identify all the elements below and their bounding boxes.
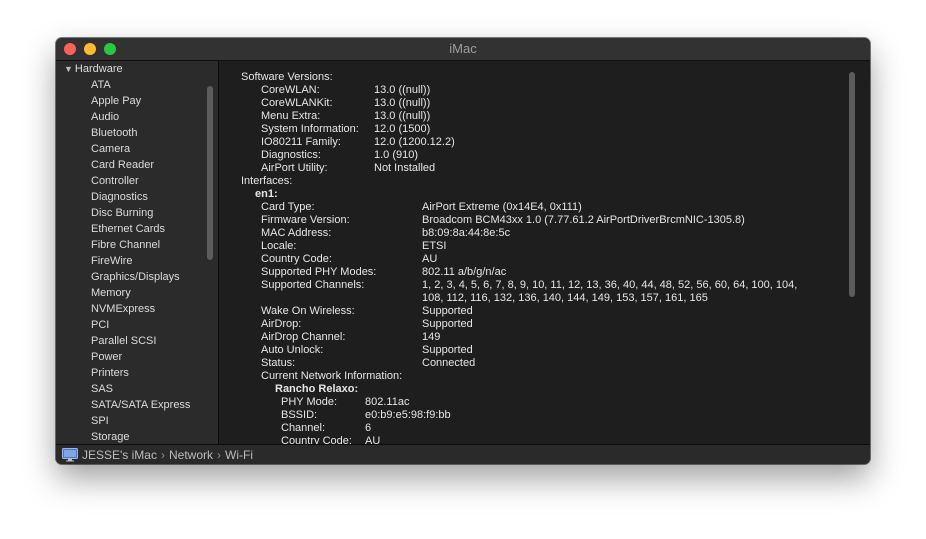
detail-value: 13.0 ((null)) xyxy=(374,97,431,109)
sidebar-item-pci[interactable]: PCI xyxy=(91,317,190,333)
detail-value: 12.0 (1200.12.2) xyxy=(374,136,455,148)
detail-key: AirPort Utility: xyxy=(261,162,328,174)
detail-value: 1.0 (910) xyxy=(374,149,419,161)
sidebar-item-printers[interactable]: Printers xyxy=(91,365,190,381)
breadcrumb-separator: › xyxy=(217,448,221,462)
detail-value: 802.11ac xyxy=(365,396,410,408)
detail-value: Connected xyxy=(422,357,476,369)
detail-value: AU xyxy=(365,435,381,444)
sidebar-item-controller[interactable]: Controller xyxy=(91,173,190,189)
sidebar-item-spi[interactable]: SPI xyxy=(91,413,190,429)
detail-key: Supported Channels: xyxy=(261,279,365,291)
detail-key: Channel: xyxy=(281,422,326,434)
detail-key: Wake On Wireless: xyxy=(261,305,355,317)
imac-icon xyxy=(62,448,78,462)
detail-value: 6 xyxy=(365,422,372,434)
detail-key: Country Code: xyxy=(281,435,352,444)
detail-key: Diagnostics: xyxy=(261,149,321,161)
detail-value: Supported xyxy=(422,344,473,356)
detail-value: 108, 112, 116, 132, 136, 140, 144, 149, … xyxy=(422,292,708,304)
detail-value: Broadcom BCM43xx 1.0 (7.77.61.2 AirPortD… xyxy=(422,214,745,226)
sidebar: ▼ Hardware ATA Apple Pay Audio Bluetooth … xyxy=(56,61,218,444)
sidebar-item-camera[interactable]: Camera xyxy=(91,141,190,157)
sidebar-item-bluetooth[interactable]: Bluetooth xyxy=(91,125,190,141)
detail-key: BSSID: xyxy=(281,409,318,421)
detail-value: 12.0 (1500) xyxy=(374,123,431,135)
sidebar-item-memory[interactable]: Memory xyxy=(91,285,190,301)
sidebar-item-nvmexpress[interactable]: NVMExpress xyxy=(91,301,190,317)
detail-key: IO80211 Family: xyxy=(261,136,341,148)
sidebar-item-sas[interactable]: SAS xyxy=(91,381,190,397)
detail-key: PHY Mode: xyxy=(281,396,338,408)
window-title: iMac xyxy=(449,41,477,56)
system-information-window: iMac ▼ Hardware ATA Apple Pay Audio Bluet… xyxy=(56,38,870,464)
interface-label: en1: xyxy=(255,188,278,200)
sidebar-list: ATA Apple Pay Audio Bluetooth Camera Car… xyxy=(91,77,190,444)
detail-value: 1, 2, 3, 4, 5, 6, 7, 8, 9, 10, 11, 12, 1… xyxy=(422,279,798,291)
sidebar-item-apple-pay[interactable]: Apple Pay xyxy=(91,93,190,109)
detail-key: Supported PHY Modes: xyxy=(261,266,377,278)
detail-key: Firmware Version: xyxy=(261,214,350,226)
detail-text: Software Versions: CoreWLAN: 13.0 ((null)… xyxy=(241,71,841,444)
sidebar-item-firewire[interactable]: FireWire xyxy=(91,253,190,269)
detail-value: e0:b9:e5:98:f9:bb xyxy=(365,409,451,421)
title-bar[interactable]: iMac xyxy=(56,38,870,61)
sidebar-item-disc-burning[interactable]: Disc Burning xyxy=(91,205,190,221)
detail-key: AirDrop: xyxy=(261,318,302,330)
detail-value: 802.11 a/b/g/n/ac xyxy=(422,266,507,278)
detail-key: Card Type: xyxy=(261,201,315,213)
detail-value: Supported xyxy=(422,318,473,330)
detail-value: Not Installed xyxy=(374,162,436,174)
sidebar-item-power[interactable]: Power xyxy=(91,349,190,365)
detail-key: System Information: xyxy=(261,123,359,135)
sidebar-item-audio[interactable]: Audio xyxy=(91,109,190,125)
breadcrumb: JESSE's iMac › Network › Wi-Fi xyxy=(62,445,253,464)
disclosure-triangle-icon[interactable]: ▼ xyxy=(64,61,73,77)
breadcrumb-separator: › xyxy=(160,448,165,462)
sidebar-item-ethernet-cards[interactable]: Ethernet Cards xyxy=(91,221,190,237)
detail-value: 149 xyxy=(422,331,441,343)
breadcrumb-wifi[interactable]: Wi-Fi xyxy=(225,448,253,462)
detail-value: 13.0 ((null)) xyxy=(374,110,431,122)
detail-key: Auto Unlock: xyxy=(261,344,324,356)
sidebar-item-graphics-displays[interactable]: Graphics/Displays xyxy=(91,269,190,285)
section-label: Interfaces: xyxy=(241,175,293,187)
detail-value: 13.0 ((null)) xyxy=(374,84,431,96)
detail-value: b8:09:8a:44:8e:5c xyxy=(422,227,511,239)
sidebar-item-diagnostics[interactable]: Diagnostics xyxy=(91,189,190,205)
sidebar-item-parallel-scsi[interactable]: Parallel SCSI xyxy=(91,333,190,349)
detail-pane: Software Versions: CoreWLAN: 13.0 ((null)… xyxy=(219,61,870,444)
detail-key: Menu Extra: xyxy=(261,110,321,122)
detail-value: Supported xyxy=(422,305,473,317)
sidebar-item-storage[interactable]: Storage xyxy=(91,429,190,444)
detail-value: AU xyxy=(422,253,438,265)
detail-key: CoreWLAN: xyxy=(261,84,320,96)
detail-key: Locale: xyxy=(261,240,297,252)
sidebar-header-label: Hardware xyxy=(74,63,123,75)
detail-key: CoreWLANKit: xyxy=(261,97,333,109)
network-label: Rancho Relaxo: xyxy=(275,383,359,395)
sidebar-item-sata-sata-express[interactable]: SATA/SATA Express xyxy=(91,397,190,413)
sidebar-item-ata[interactable]: ATA xyxy=(91,77,190,93)
breadcrumb-computer[interactable]: JESSE's iMac xyxy=(82,448,157,462)
sidebar-group-hardware[interactable]: ▼ Hardware xyxy=(64,61,123,77)
sidebar-scrollbar[interactable] xyxy=(207,86,213,260)
detail-key: Current Network Information: xyxy=(261,370,403,382)
section-label: Software Versions: xyxy=(241,71,333,83)
detail-key: Country Code: xyxy=(261,253,332,265)
detail-key: MAC Address: xyxy=(261,227,332,239)
sidebar-item-card-reader[interactable]: Card Reader xyxy=(91,157,190,173)
detail-value: ETSI xyxy=(422,240,447,252)
detail-scrollbar[interactable] xyxy=(849,72,855,297)
sidebar-item-fibre-channel[interactable]: Fibre Channel xyxy=(91,237,190,253)
breadcrumb-network[interactable]: Network xyxy=(169,448,213,462)
detail-key: AirDrop Channel: xyxy=(261,331,346,343)
path-bar: JESSE's iMac › Network › Wi-Fi xyxy=(56,444,870,464)
detail-value: AirPort Extreme (0x14E4, 0x111) xyxy=(422,201,582,213)
detail-key: Status: xyxy=(261,357,296,369)
